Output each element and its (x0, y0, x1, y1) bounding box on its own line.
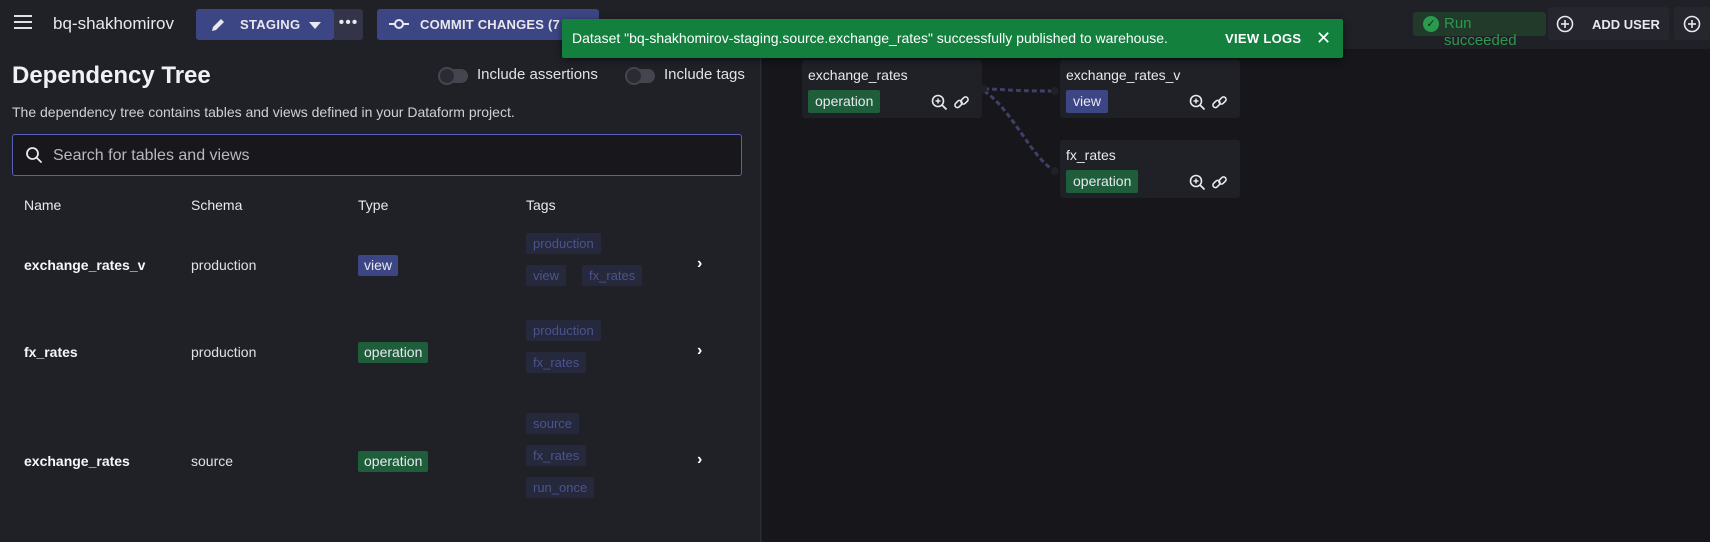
chevron-right-icon[interactable]: › (697, 255, 702, 273)
node-type-badge: operation (808, 90, 881, 113)
caret-down-icon[interactable] (309, 22, 321, 29)
graph-edges (979, 85, 1059, 175)
tag-badge: source (526, 413, 580, 434)
run-status-label: Run succeeded (1444, 15, 1517, 49)
tag-badge: fx_rates (526, 352, 587, 373)
include-assertions-label: Include assertions (477, 66, 598, 83)
search-box[interactable] (12, 134, 742, 176)
graph-node[interactable]: exchange_rates operation (802, 60, 982, 118)
graph-node[interactable]: exchange_rates_v view (1060, 60, 1240, 118)
column-header-type: Type (358, 197, 389, 213)
zoom-in-icon[interactable] (1189, 94, 1206, 111)
row-name: exchange_rates_v (24, 257, 146, 273)
pencil-icon (212, 19, 224, 31)
panel-description: The dependency tree contains tables and … (12, 104, 515, 120)
row-schema: production (191, 344, 257, 360)
view-logs-button[interactable]: VIEW LOGS (1225, 31, 1301, 46)
plus-circle-icon (1556, 15, 1574, 33)
row-name: exchange_rates (24, 453, 130, 469)
add-user-button[interactable]: ADD USER (1548, 7, 1669, 40)
row-name: fx_rates (24, 344, 78, 360)
zoom-in-icon[interactable] (931, 94, 948, 111)
column-header-name: Name (24, 197, 62, 213)
link-icon[interactable] (1211, 94, 1228, 111)
table-row[interactable]: fx_rates production operation production… (0, 307, 761, 393)
column-header-tags: Tags (526, 197, 556, 213)
node-type-badge: operation (1066, 170, 1139, 193)
branch-label: STAGING (240, 17, 301, 32)
row-schema: production (191, 257, 257, 273)
link-icon[interactable] (953, 94, 970, 111)
tag-badge: fx_rates (582, 265, 643, 286)
run-status-badge[interactable]: ✓ Run succeeded (1413, 12, 1546, 49)
tag-badge: view (526, 265, 567, 286)
graph-node[interactable]: fx_rates operation (1060, 140, 1240, 198)
zoom-in-icon[interactable] (1189, 174, 1206, 191)
search-input[interactable] (53, 144, 713, 168)
dependency-tree-panel: Dependency Tree Include assertions Inclu… (0, 49, 761, 542)
link-icon[interactable] (1211, 174, 1228, 191)
tag-badge: production (526, 233, 601, 254)
success-toast: Dataset "bq-shakhomirov-staging.source.e… (562, 19, 1343, 58)
chevron-right-icon[interactable]: › (697, 342, 702, 360)
commit-label: COMMIT CHANGES (7 FIL (420, 17, 584, 32)
dependency-graph[interactable]: exchange_rates operation exchange_rates_… (762, 49, 1710, 542)
node-name: fx_rates (1066, 147, 1116, 163)
project-name: bq-shakhomirov (53, 14, 174, 33)
type-badge: operation (358, 342, 429, 363)
branch-button[interactable]: STAGING (196, 9, 334, 40)
table-row[interactable]: exchange_rates_v production view product… (0, 221, 761, 307)
chevron-right-icon[interactable]: › (697, 451, 702, 469)
toast-message: Dataset "bq-shakhomirov-staging.source.e… (572, 30, 1168, 46)
tag-badge: production (526, 320, 601, 341)
type-badge: view (358, 255, 399, 276)
include-tags-label: Include tags (664, 66, 745, 83)
tag-badge: run_once (526, 477, 595, 498)
type-badge: operation (358, 451, 429, 472)
close-icon[interactable]: ✕ (1316, 28, 1331, 49)
add-button[interactable] (1674, 7, 1710, 40)
node-name: exchange_rates_v (1066, 67, 1181, 83)
tag-badge: fx_rates (526, 445, 587, 466)
check-circle-icon: ✓ (1423, 16, 1439, 32)
menu-icon[interactable] (14, 15, 32, 29)
row-schema: source (191, 453, 234, 469)
node-type-badge: view (1066, 90, 1109, 113)
add-user-label: ADD USER (1592, 17, 1660, 32)
column-header-schema: Schema (191, 197, 243, 213)
table-row[interactable]: exchange_rates source operation source f… (0, 413, 761, 523)
more-options-button[interactable]: ••• (334, 9, 363, 40)
commit-icon (389, 19, 409, 29)
plus-circle-icon (1683, 15, 1701, 33)
search-icon (26, 147, 42, 163)
node-name: exchange_rates (808, 67, 908, 83)
page-title: Dependency Tree (12, 62, 211, 89)
